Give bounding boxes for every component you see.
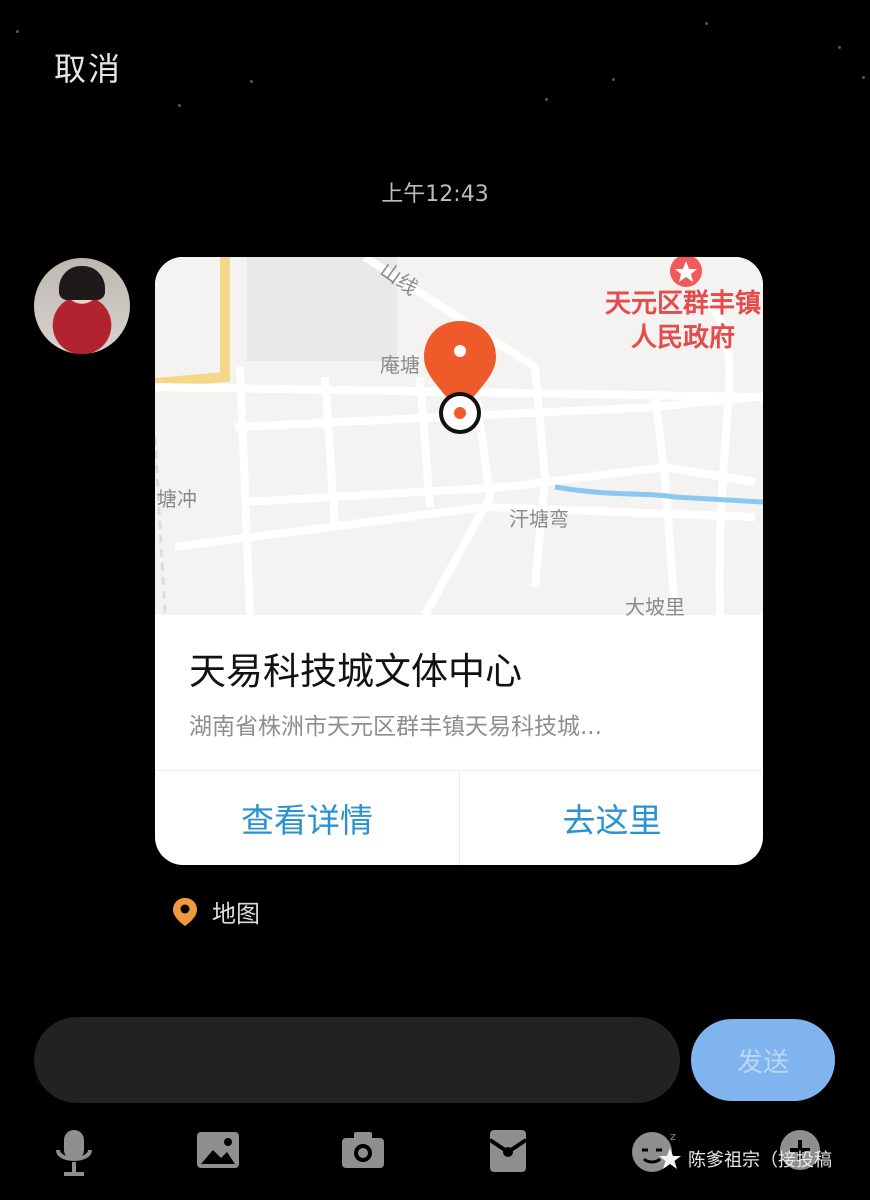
location-card[interactable]: 山线 庵塘 塘冲 汗塘弯 大坡里 天元区群丰镇 人民政府 天易科技城文体中心 湖… — [155, 257, 763, 865]
location-address: 湖南省株洲市天元区群丰镇天易科技城... — [189, 714, 602, 740]
location-title: 天易科技城文体中心 — [189, 650, 522, 693]
location-pin-icon — [173, 897, 197, 926]
map-label-area: 大坡里 — [625, 595, 685, 619]
map-source-label: 地图 — [212, 900, 260, 928]
microphone-icon[interactable] — [52, 1128, 96, 1178]
map-source-tag[interactable]: 地图 — [172, 894, 260, 929]
image-icon[interactable] — [195, 1128, 241, 1172]
navigate-here-button[interactable]: 去这里 — [460, 771, 763, 865]
watermark: 陈爹祖宗（接投稿 — [658, 1146, 832, 1172]
star-icon — [659, 1148, 681, 1169]
map-label-area: 塘冲 — [157, 487, 197, 511]
cancel-button[interactable]: 取消 — [54, 44, 122, 90]
avatar[interactable] — [34, 258, 130, 354]
message-timestamp: 上午12:43 — [381, 182, 489, 207]
poi-line: 天元区群丰镇 — [604, 289, 761, 319]
map-label-area: 汗塘弯 — [509, 507, 569, 531]
red-packet-icon[interactable] — [488, 1128, 528, 1174]
send-button[interactable]: 发送 — [691, 1019, 835, 1101]
camera-icon[interactable] — [340, 1128, 386, 1172]
view-details-button[interactable]: 查看详情 — [155, 771, 459, 865]
watermark-text: 陈爹祖宗（接投稿 — [688, 1150, 832, 1171]
map-poi-government: 天元区群丰镇 人民政府 — [599, 287, 763, 355]
map-label-area: 庵塘 — [380, 353, 420, 377]
map-preview[interactable]: 山线 庵塘 塘冲 汗塘弯 大坡里 天元区群丰镇 人民政府 — [155, 257, 763, 619]
poi-line: 人民政府 — [630, 323, 735, 353]
map-pin-icon — [424, 321, 496, 434]
svg-text:z: z — [670, 1130, 676, 1143]
message-input[interactable] — [34, 1017, 680, 1103]
